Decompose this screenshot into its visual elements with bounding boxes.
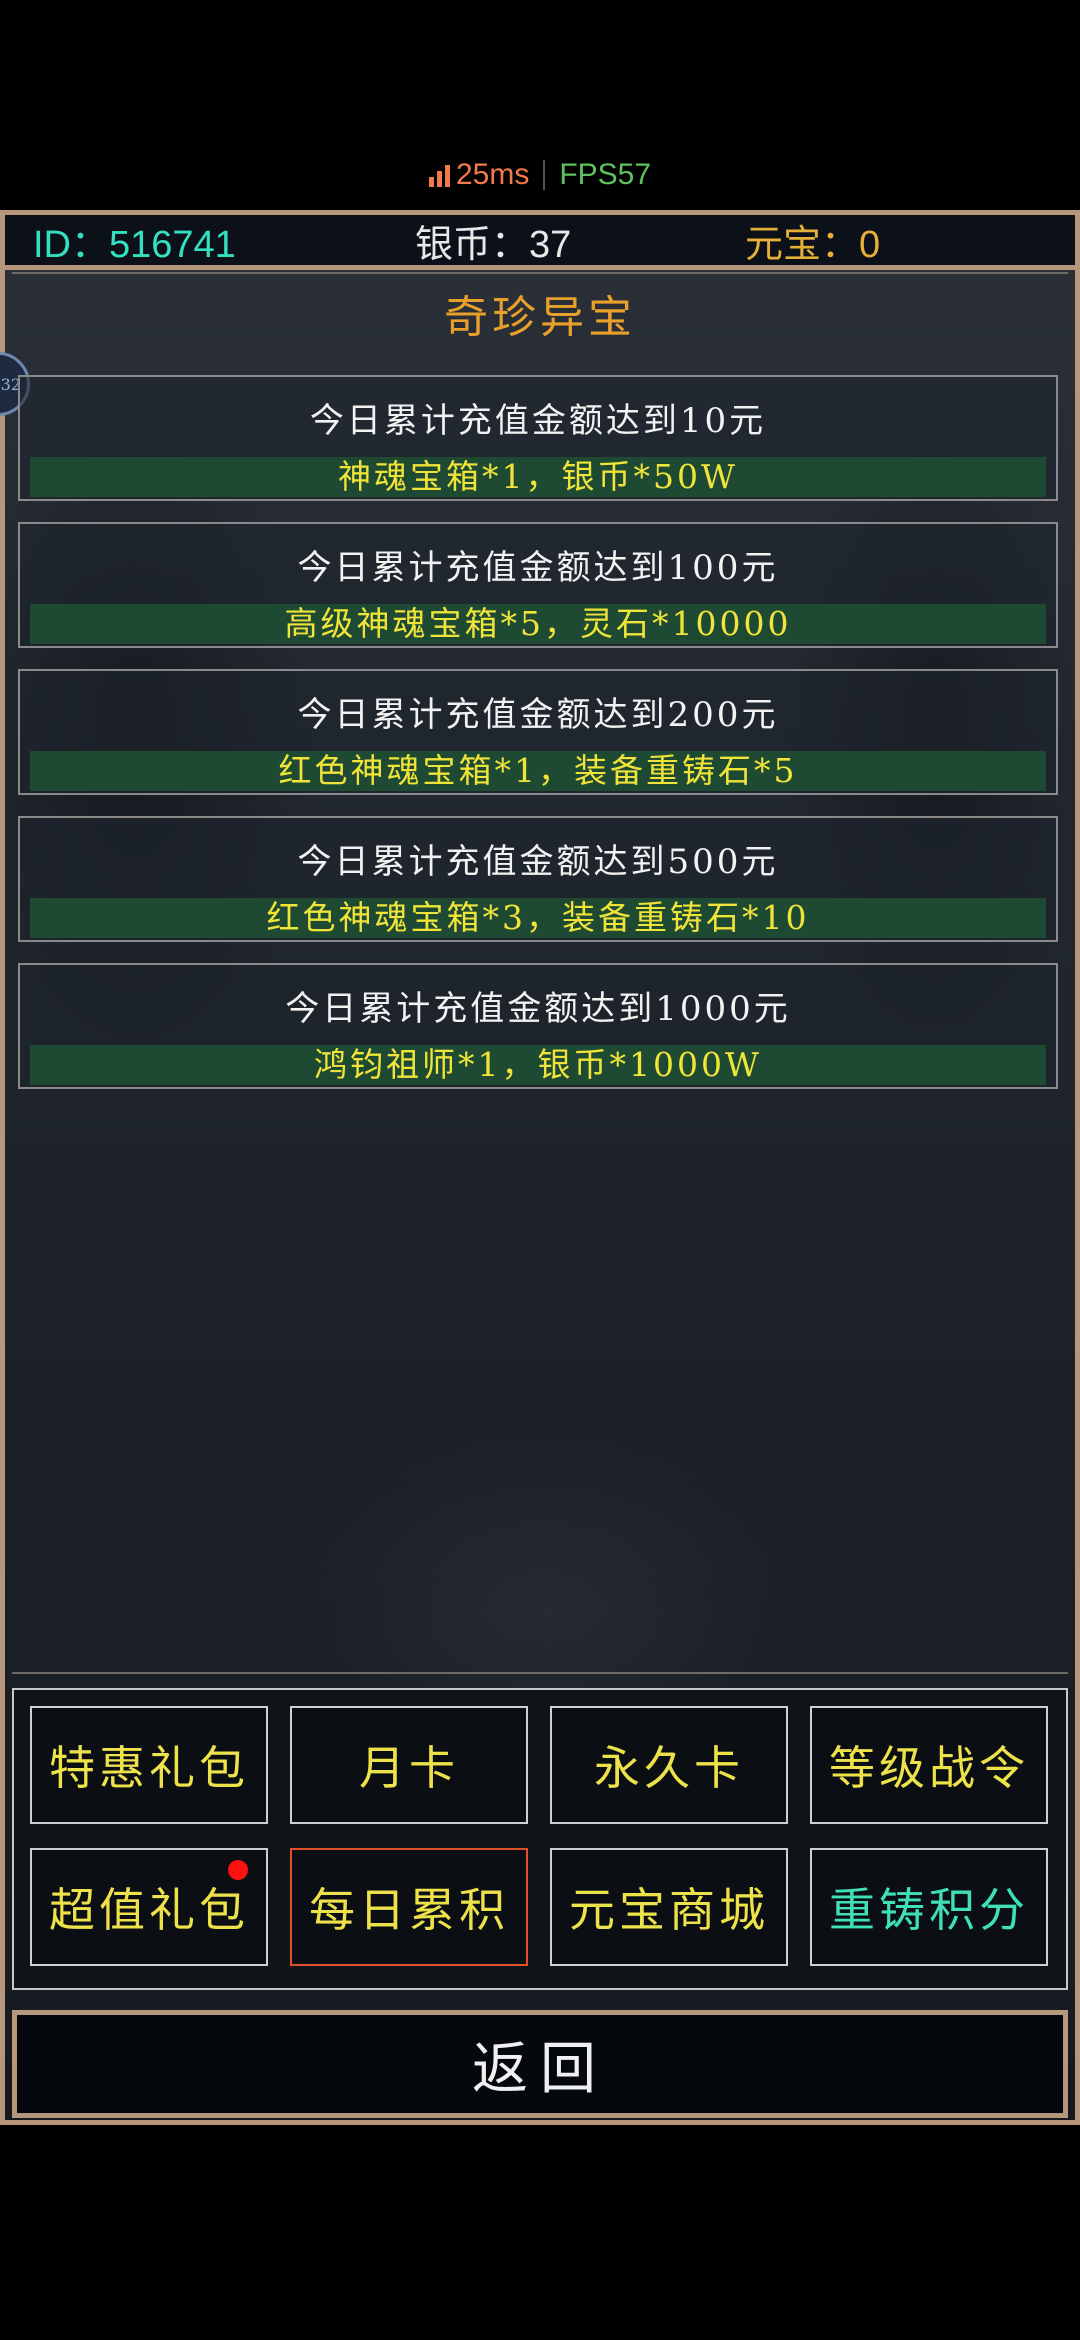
- ping-value: 25ms: [455, 158, 530, 191]
- reward-card: 今日累计充值金额达到1000元 鸿钧祖师*1，银币*1000W: [18, 963, 1058, 1089]
- signal-icon: [428, 163, 450, 187]
- menu-button-label: 超值礼包: [49, 1883, 249, 1937]
- menu-button-daily-accumulate[interactable]: 每日累积: [290, 1848, 528, 1966]
- reward-items: 鸿钧祖师*1，银币*1000W: [30, 1045, 1046, 1085]
- menu-button-label: 月卡: [359, 1741, 459, 1795]
- reward-items: 红色神魂宝箱*1，装备重铸石*5: [30, 751, 1046, 791]
- menu-button-permanent-card[interactable]: 永久卡: [550, 1706, 788, 1824]
- reward-condition: 今日累计充值金额达到10元: [309, 401, 767, 441]
- red-dot-badge: [228, 1860, 248, 1880]
- menu-button-label: 每日累积: [309, 1883, 509, 1937]
- gold-balance: 元宝：0: [745, 223, 881, 266]
- reward-card: 今日累计充值金额达到100元 高级神魂宝箱*5，灵石*10000: [18, 522, 1058, 648]
- menu-button-special-pack[interactable]: 特惠礼包: [30, 1706, 268, 1824]
- reward-condition: 今日累计充值金额达到1000元: [285, 989, 791, 1029]
- header-divider: [12, 272, 1068, 274]
- reward-items: 高级神魂宝箱*5，灵石*10000: [30, 604, 1046, 644]
- player-id: ID：516741: [33, 223, 236, 266]
- menu-button-label: 重铸积分: [829, 1883, 1029, 1937]
- reward-condition: 今日累计充值金额达到100元: [297, 548, 779, 588]
- silver-balance: 银币：37: [415, 223, 572, 266]
- currency-header: ID：516741 银币：37 元宝：0: [0, 210, 1080, 270]
- reward-card: 今日累计充值金额达到500元 红色神魂宝箱*3，装备重铸石*10: [18, 816, 1058, 942]
- status-divider: [543, 160, 546, 190]
- reward-condition: 今日累计充值金额达到200元: [297, 695, 779, 735]
- reward-items: 神魂宝箱*1，银币*50W: [30, 457, 1046, 497]
- menu-button-level-pass[interactable]: 等级战令: [810, 1706, 1048, 1824]
- reward-condition: 今日累计充值金额达到500元: [297, 842, 779, 882]
- reward-card: 今日累计充值金额达到10元 神魂宝箱*1，银币*50W: [18, 375, 1058, 501]
- menu-button-label: 元宝商城: [569, 1883, 769, 1937]
- menu-button-label: 等级战令: [829, 1741, 1029, 1795]
- menu-button-monthly-card[interactable]: 月卡: [290, 1706, 528, 1824]
- reward-items: 红色神魂宝箱*3，装备重铸石*10: [30, 898, 1046, 938]
- menu-button-gold-shop[interactable]: 元宝商城: [550, 1848, 788, 1966]
- menu-panel: 特惠礼包 月卡 永久卡 等级战令 超值礼包 每日累积 元宝商城 重铸积分: [12, 1688, 1068, 1990]
- menu-button-value-pack[interactable]: 超值礼包: [30, 1848, 268, 1966]
- page-title: 奇珍异宝: [444, 292, 636, 343]
- fps-value: FPS57: [559, 158, 652, 191]
- menu-button-label: 永久卡: [594, 1741, 744, 1795]
- ping-indicator: 25ms: [428, 158, 530, 192]
- menu-button-label: 特惠礼包: [49, 1741, 249, 1795]
- menu-button-reforge-points[interactable]: 重铸积分: [810, 1848, 1048, 1966]
- network-status-bar: 25ms FPS57: [0, 150, 1080, 200]
- back-button[interactable]: 返回: [12, 2010, 1068, 2118]
- panel-divider: [12, 1672, 1068, 1674]
- reward-card: 今日累计充值金额达到200元 红色神魂宝箱*1，装备重铸石*5: [18, 669, 1058, 795]
